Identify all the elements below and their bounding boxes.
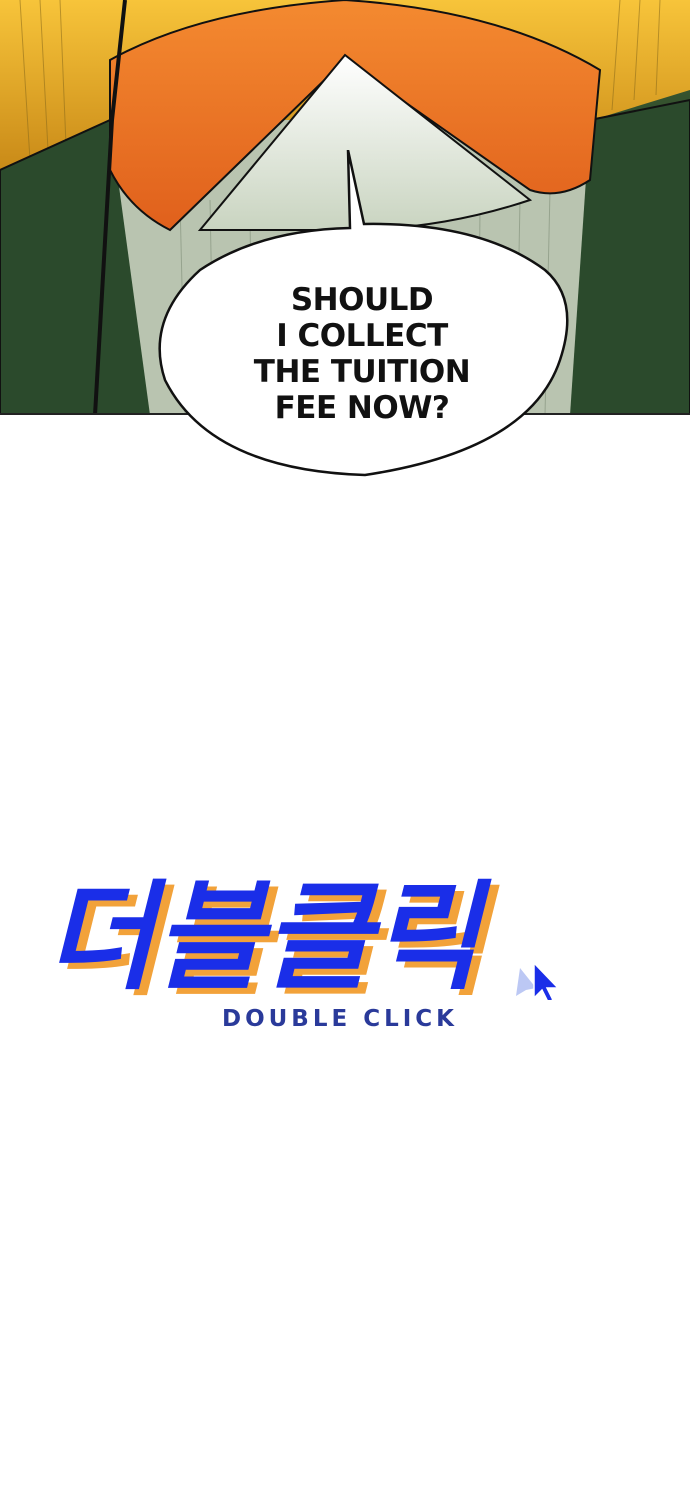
- logo-title-text: 더블클릭: [46, 868, 493, 1000]
- logo-english-title: DOUBLE CLICK: [221, 1006, 459, 1032]
- speech-line: SHOULD: [290, 282, 434, 318]
- speech-line: FEE NOW?: [274, 390, 450, 426]
- speech-line: I COLLECT: [276, 318, 448, 354]
- cursor-arrow-icon: [516, 961, 560, 1000]
- speech-line: THE TUITION: [253, 354, 471, 390]
- logo-korean-title: 더블클릭 더블클릭: [46, 868, 560, 1000]
- speech-bubble-text: SHOULD I COLLECT THE TUITION FEE NOW?: [212, 282, 512, 426]
